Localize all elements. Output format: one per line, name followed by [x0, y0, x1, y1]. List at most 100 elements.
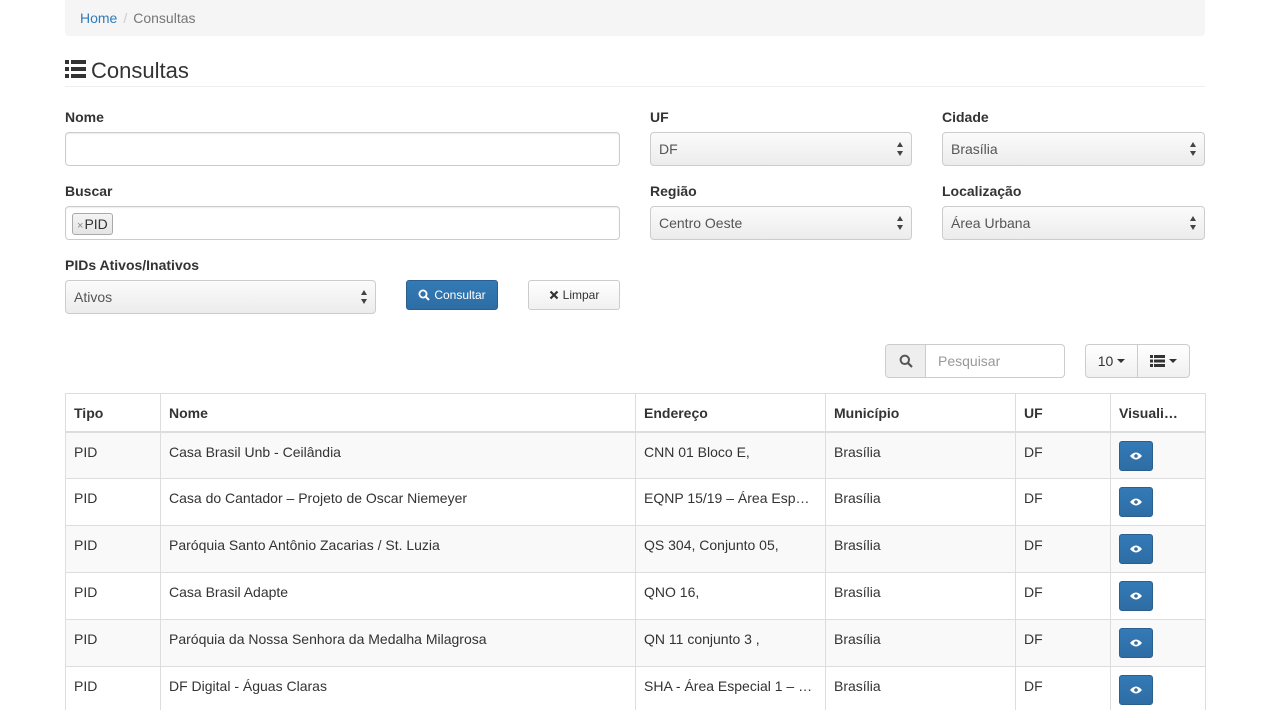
- consultar-button-label: Consultar: [434, 288, 486, 302]
- uf-select[interactable]: DF: [650, 132, 912, 166]
- nome-input[interactable]: [65, 132, 620, 166]
- page-title-text: Consultas: [91, 58, 189, 83]
- view-button[interactable]: [1119, 628, 1153, 658]
- eye-icon: [1130, 452, 1142, 459]
- cell-nome: DF Digital - Águas Claras: [160, 666, 636, 710]
- column-header-nome[interactable]: Nome: [160, 393, 636, 433]
- tag-remove-icon[interactable]: ×: [77, 220, 83, 232]
- cell-nome: Paróquia Santo Antônio Zacarias / St. Lu…: [160, 525, 636, 573]
- page-size-value: 10: [1097, 353, 1114, 369]
- localizacao-select[interactable]: Área Urbana: [942, 206, 1205, 240]
- buscar-tag-label: PID: [84, 216, 108, 232]
- cell-municipio: Brasília: [825, 619, 1016, 667]
- cell-endereco: QN 11 conjunto 3 ,: [635, 619, 826, 667]
- results-table: Tipo Nome Endereço Município UF Visuali……: [65, 393, 1206, 710]
- column-header-endereco[interactable]: Endereço: [635, 393, 826, 433]
- eye-icon: [1130, 592, 1142, 600]
- regiao-label: Região: [650, 183, 697, 199]
- cell-municipio: Brasília: [825, 431, 1016, 479]
- view-button[interactable]: [1119, 534, 1153, 564]
- cell-endereco: CNN 01 Bloco E,: [635, 431, 826, 479]
- table-search: Pesquisar: [885, 344, 1065, 378]
- cell-municipio: Brasília: [825, 525, 1016, 573]
- cell-visualizar: [1110, 431, 1206, 479]
- nome-label: Nome: [65, 109, 104, 125]
- table-toolbar-buttons: 10: [1085, 344, 1190, 378]
- regiao-select-value: Centro Oeste: [659, 215, 743, 231]
- table-search-input[interactable]: Pesquisar: [926, 345, 1064, 377]
- close-icon: [549, 290, 558, 300]
- table-row: PID DF Digital - Águas Claras SHA - Área…: [65, 666, 1206, 710]
- cell-nome: Casa do Cantador – Projeto de Oscar Niem…: [160, 478, 636, 526]
- cell-tipo: PID: [65, 572, 161, 620]
- columns-dropdown[interactable]: [1138, 344, 1190, 378]
- cell-nome: Paróquia da Nossa Senhora da Medalha Mil…: [160, 619, 636, 667]
- page-size-dropdown[interactable]: 10: [1085, 344, 1138, 378]
- view-button[interactable]: [1119, 581, 1153, 611]
- cell-endereco: QS 304, Conjunto 05,: [635, 525, 826, 573]
- regiao-select[interactable]: Centro Oeste: [650, 206, 912, 240]
- list-icon: [65, 60, 86, 78]
- select-arrows-icon: [1190, 142, 1198, 156]
- localizacao-select-value: Área Urbana: [951, 215, 1031, 231]
- cell-municipio: Brasília: [825, 666, 1016, 710]
- select-arrows-icon: [1190, 216, 1198, 230]
- cidade-select-value: Brasília: [951, 141, 998, 157]
- cell-visualizar: [1110, 478, 1206, 526]
- cell-tipo: PID: [65, 619, 161, 667]
- search-icon: [899, 354, 913, 368]
- table-row: PID Casa do Cantador – Projeto de Oscar …: [65, 478, 1206, 526]
- limpar-button-label: Limpar: [562, 288, 600, 302]
- localizacao-label: Localização: [942, 183, 1022, 199]
- cell-uf: DF: [1015, 431, 1111, 479]
- table-row: PID Paróquia da Nossa Senhora da Medalha…: [65, 619, 1206, 667]
- uf-label: UF: [650, 109, 669, 125]
- eye-icon: [1130, 686, 1142, 694]
- breadcrumb-current: Consultas: [133, 10, 196, 26]
- select-arrows-icon: [897, 216, 905, 230]
- buscar-tag: ×PID: [72, 213, 113, 235]
- buscar-tag-input[interactable]: ×PID: [65, 206, 620, 240]
- cell-visualizar: [1110, 619, 1206, 667]
- cell-uf: DF: [1015, 478, 1111, 526]
- pids-label: PIDs Ativos/Inativos: [65, 257, 200, 273]
- breadcrumb: Home / Consultas: [65, 0, 1205, 36]
- cell-endereco: QNO 16,: [635, 572, 826, 620]
- cell-municipio: Brasília: [825, 572, 1016, 620]
- eye-icon: [1130, 498, 1142, 506]
- column-header-municipio[interactable]: Município: [825, 393, 1016, 433]
- caret-down-icon: [1169, 359, 1177, 363]
- buscar-label: Buscar: [65, 183, 113, 199]
- table-search-addon: [886, 345, 926, 377]
- breadcrumb-home-link[interactable]: Home: [80, 10, 117, 26]
- cidade-select[interactable]: Brasília: [942, 132, 1205, 166]
- cell-tipo: PID: [65, 478, 161, 526]
- column-header-uf[interactable]: UF: [1015, 393, 1111, 433]
- limpar-button[interactable]: Limpar: [528, 280, 620, 310]
- pids-select[interactable]: Ativos: [65, 280, 376, 314]
- table-row: PID Casa Brasil Adapte QNO 16, Brasília …: [65, 572, 1206, 620]
- caret-down-icon: [1117, 359, 1126, 363]
- cidade-label: Cidade: [942, 109, 989, 125]
- column-header-tipo[interactable]: Tipo: [65, 393, 161, 433]
- eye-icon: [1130, 545, 1142, 553]
- cell-nome: Casa Brasil Unb - Ceilândia: [160, 431, 636, 479]
- cell-uf: DF: [1015, 572, 1111, 620]
- view-button[interactable]: [1119, 440, 1153, 471]
- cell-uf: DF: [1015, 619, 1111, 667]
- pids-select-value: Ativos: [74, 289, 113, 305]
- view-button[interactable]: [1119, 675, 1153, 705]
- column-header-visualizar[interactable]: Visuali…: [1110, 393, 1206, 433]
- cell-nome: Casa Brasil Adapte: [160, 572, 636, 620]
- cell-visualizar: [1110, 572, 1206, 620]
- consultar-button[interactable]: Consultar: [406, 280, 498, 310]
- select-arrows-icon: [897, 142, 905, 156]
- cell-endereco: SHA - Área Especial 1 – …: [635, 666, 826, 710]
- cell-tipo: PID: [65, 525, 161, 573]
- cell-uf: DF: [1015, 666, 1111, 710]
- cell-municipio: Brasília: [825, 478, 1016, 526]
- cell-visualizar: [1110, 666, 1206, 710]
- table-header-row: Tipo Nome Endereço Município UF Visuali…: [65, 393, 1206, 433]
- breadcrumb-separator: /: [123, 10, 128, 26]
- view-button[interactable]: [1119, 487, 1153, 517]
